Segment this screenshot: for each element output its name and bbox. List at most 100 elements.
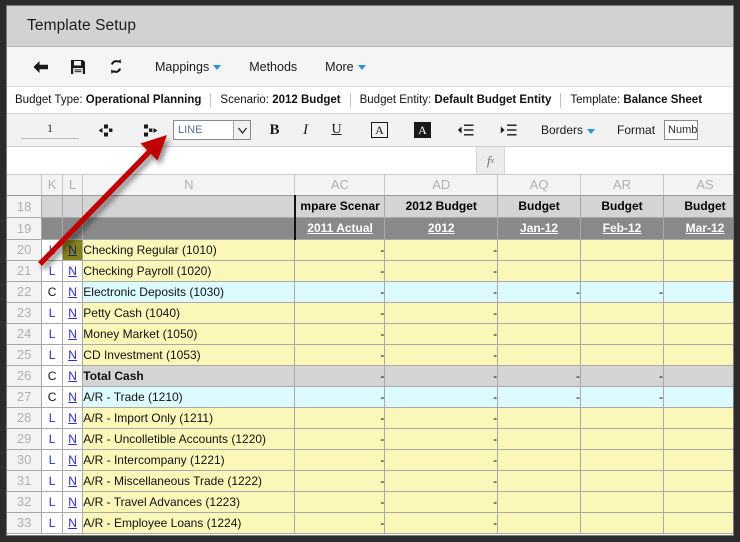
cell-account-label[interactable]: A/R - Intercompany (1221) [82,449,296,471]
bold-button[interactable]: B [259,118,290,143]
cell-value-AS[interactable]: - [663,365,733,387]
table-row[interactable]: 30 L N A/R - Intercompany (1221) - - [7,449,733,471]
table-row[interactable]: 29 L N A/R - Uncolletible Accounts (1220) - - [7,428,733,450]
cell-l[interactable]: N [62,344,84,366]
header-cell-n[interactable] [82,217,296,240]
cell-value-AD[interactable]: - [384,491,499,513]
underline-button[interactable]: U [321,118,352,143]
cell-account-label[interactable]: CD Investment (1053) [82,344,296,366]
row-number-27[interactable]: 27 [7,386,43,408]
cell-value-AR[interactable] [580,407,664,429]
cell-k[interactable]: L [41,512,63,534]
column-header-N[interactable]: N [82,175,296,196]
cell-l-link[interactable]: N [68,243,77,257]
cell-value-AS[interactable] [663,239,733,261]
increase-list-level-icon[interactable] [134,118,165,143]
cell-value-AQ[interactable]: - [497,386,582,408]
cell-account-label[interactable]: Checking Regular (1010) [82,239,296,261]
italic-button[interactable]: I [290,118,321,143]
table-row[interactable]: 32 L N A/R - Travel Advances (1223) - - [7,491,733,513]
table-row[interactable]: 33 L N A/R - Employee Loans (1224) - - [7,512,733,534]
cell-k[interactable]: C [41,386,63,408]
column-header-AR[interactable]: AR [580,175,664,196]
cell-l[interactable]: N [62,449,84,471]
cell-value-AD[interactable]: - [384,281,499,303]
cell-k[interactable]: L [41,407,63,429]
table-row[interactable]: 27CNA/R - Trade (1210)----- [7,386,733,408]
cell-l[interactable]: N [62,407,84,429]
cell-account-label[interactable]: A/R - Uncolletible Accounts (1220) [82,428,296,450]
menu-methods[interactable]: Methods [241,56,305,78]
cell-k[interactable]: C [41,281,63,303]
cell-value-AC[interactable]: - [294,344,386,366]
cell-value-AR[interactable] [580,344,664,366]
header-cell[interactable] [62,195,84,218]
cell-value-AS[interactable] [663,449,733,471]
cell-value-AC[interactable]: - [294,239,386,261]
cell-value-AC[interactable]: - [294,260,386,282]
cell-account-label[interactable]: A/R - Employee Loans (1224) [82,512,296,534]
row-number-22[interactable]: 22 [7,281,43,303]
cell-value-AS[interactable]: - [663,281,733,303]
cell-value-AD[interactable]: - [384,470,499,492]
table-row[interactable]: 31 L N A/R - Miscellaneous Trade (1222) - - [7,470,733,492]
cell-value-AC[interactable]: - [294,407,386,429]
cell-value-AC[interactable]: - [294,428,386,450]
cell-value-AQ[interactable] [497,428,582,450]
cell-value-AR[interactable] [580,512,664,534]
refresh-icon[interactable] [97,52,135,82]
cell-value-AR[interactable]: - [580,365,664,387]
cell-l-link[interactable]: N [68,453,77,467]
cell-l-link[interactable]: N [68,411,77,425]
cell-value-AR[interactable] [580,239,664,261]
column-header-AS[interactable]: AS [663,175,733,196]
header-cell-AQ[interactable]: Jan-12 [497,217,582,240]
cell-value-AD[interactable]: - [384,323,499,345]
cell-l[interactable]: N [62,365,84,387]
cell-l-link[interactable]: N [68,285,77,299]
cell-value-AR[interactable] [580,428,664,450]
cell-value-AQ[interactable] [497,512,582,534]
borders-menu[interactable]: Borders [536,123,600,137]
cell-k[interactable]: L [41,239,63,261]
row-number-26[interactable]: 26 [7,365,43,387]
cell-l[interactable]: N [62,491,84,513]
row-number-21[interactable]: 21 [7,260,43,282]
cell-l-link[interactable]: N [68,474,77,488]
cell-value-AS[interactable] [663,323,733,345]
cell-value-AR[interactable] [580,302,664,324]
header-cell-AR[interactable]: Feb-12 [580,217,664,240]
cell-k[interactable]: L [41,470,63,492]
cell-value-AD[interactable]: - [384,512,499,534]
cell-l[interactable]: N [62,428,84,450]
row-number-31[interactable]: 31 [7,470,43,492]
font-color-icon[interactable]: A [364,118,395,143]
cell-value-AC[interactable]: - [294,491,386,513]
row-number-23[interactable]: 23 [7,302,43,324]
header-cell-n[interactable] [82,195,296,218]
spreadsheet-grid[interactable]: K L N AC AD AQ AR AS 18 mpare Scenar 2012 Budget Bu… [7,175,733,534]
cell-account-label[interactable]: A/R - Import Only (1211) [82,407,296,429]
cell-value-AR[interactable] [580,449,664,471]
cell-value-AC[interactable]: - [294,470,386,492]
cell-reference-input[interactable]: 1 [21,121,79,139]
cell-value-AR[interactable] [580,491,664,513]
cell-value-AC[interactable]: - [294,302,386,324]
cell-l-link[interactable]: N [68,390,77,404]
row-number-18[interactable]: 18 [7,195,43,218]
table-row[interactable]: 23 L N Petty Cash (1040) - - [7,302,733,324]
cell-l[interactable]: N [62,386,84,408]
cell-value-AC[interactable]: - [294,449,386,471]
increase-indent-icon[interactable] [493,118,524,143]
cell-k[interactable]: L [41,260,63,282]
cell-value-AD[interactable]: - [384,260,499,282]
cell-value-AD[interactable]: - [384,407,499,429]
cell-account-label[interactable]: A/R - Trade (1210) [82,386,296,408]
cell-value-AQ[interactable] [497,302,582,324]
cell-k[interactable]: L [41,449,63,471]
cell-l-link[interactable]: N [68,348,77,362]
cell-account-label[interactable]: Money Market (1050) [82,323,296,345]
decrease-indent-icon[interactable] [450,118,481,143]
header-cell[interactable] [62,217,84,240]
cell-k[interactable]: L [41,491,63,513]
